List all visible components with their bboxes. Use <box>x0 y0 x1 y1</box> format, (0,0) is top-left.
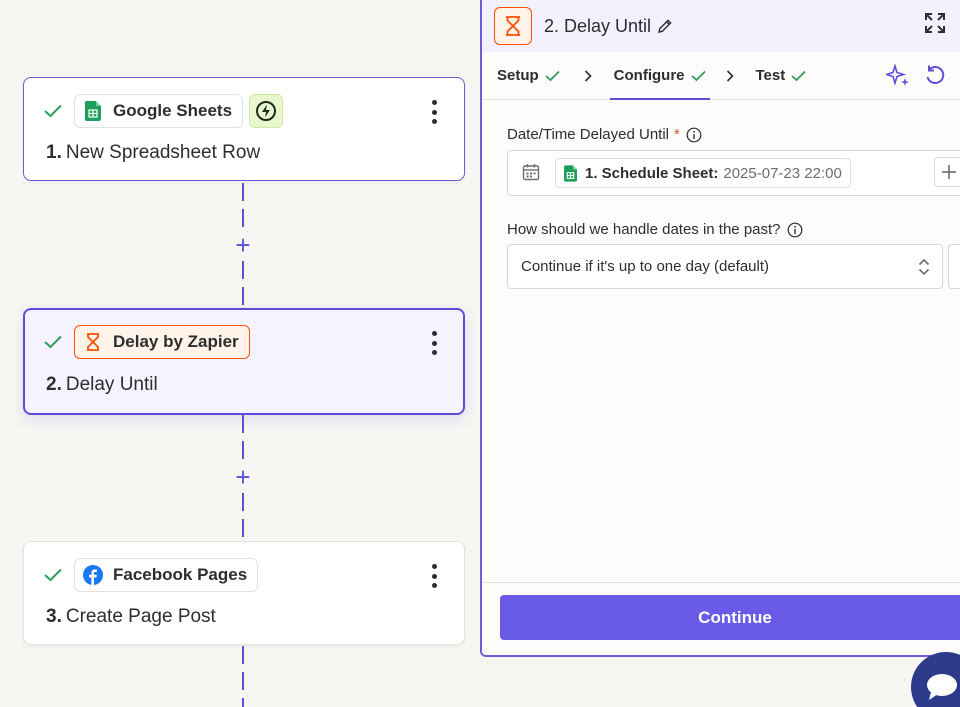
check-icon <box>44 335 66 349</box>
step-title: 2. Delay Until <box>46 374 158 395</box>
chevron-up-down-icon <box>918 258 930 280</box>
chat-icon[interactable] <box>911 652 960 707</box>
calendar-icon <box>522 163 540 186</box>
tab-configure[interactable]: Configure <box>609 52 710 100</box>
check-icon <box>44 104 66 118</box>
chevron-right-icon <box>710 52 752 99</box>
google-sheets-icon <box>564 164 577 182</box>
app-name: Facebook Pages <box>113 565 248 584</box>
step-card-1[interactable]: Google Sheets 1. New Spreadsheet Row <box>23 77 465 181</box>
expand-icon[interactable] <box>924 12 946 39</box>
panel-title: 2. Delay Until <box>544 15 652 36</box>
past-dates-select[interactable]: Continue if it's up to one day (default) <box>507 244 943 289</box>
check-icon <box>545 70 560 82</box>
more-options-icon[interactable] <box>426 100 442 124</box>
info-icon[interactable] <box>787 222 803 238</box>
app-name: Delay by Zapier <box>113 332 239 351</box>
add-step-button[interactable]: + <box>231 232 255 258</box>
check-icon <box>791 70 806 82</box>
panel-footer: Continue <box>482 582 960 655</box>
step-title: 3. Create Page Post <box>46 606 216 627</box>
google-sheets-icon <box>83 101 103 121</box>
step-tabs: Setup Configure Test <box>482 52 960 100</box>
connector-line <box>242 646 244 707</box>
hourglass-icon <box>83 332 103 352</box>
step-title: 1. New Spreadsheet Row <box>46 142 261 163</box>
app-chip: Facebook Pages <box>74 558 259 592</box>
app-chip: Google Sheets <box>74 94 244 128</box>
more-options-icon[interactable] <box>426 564 442 588</box>
step-card-2[interactable]: Delay by Zapier 2. Delay Until <box>23 308 465 415</box>
date-input[interactable]: 1. Schedule Sheet: 2025-07-23 22:00 <box>507 150 960 196</box>
hourglass-icon <box>494 7 532 45</box>
pill-value: 2025-07-23 22:00 <box>723 164 842 182</box>
undo-icon[interactable] <box>924 64 946 86</box>
panel-header: 2. Delay Until <box>482 0 960 52</box>
sparkle-icon[interactable] <box>886 64 910 86</box>
check-icon <box>44 568 66 582</box>
tab-test[interactable]: Test <box>752 52 811 99</box>
chevron-right-icon <box>564 52 610 99</box>
info-icon[interactable] <box>686 127 702 143</box>
required-mark: * <box>674 126 680 143</box>
date-field-label: Date/Time Delayed Until * <box>507 126 702 143</box>
lightning-icon <box>249 94 284 128</box>
add-step-button[interactable]: + <box>231 464 255 490</box>
check-icon <box>690 70 706 82</box>
facebook-icon <box>83 565 103 585</box>
app-chip: Delay by Zapier <box>74 325 250 359</box>
step-card-3[interactable]: Facebook Pages 3. Create Page Post <box>23 541 465 645</box>
field-options-button[interactable] <box>948 244 960 289</box>
more-options-icon[interactable] <box>426 331 442 355</box>
app-name: Google Sheets <box>113 101 233 120</box>
tab-setup[interactable]: Setup <box>493 52 564 99</box>
step-editor-panel: 2. Delay Until Setup Configure Test Date… <box>480 0 960 657</box>
pill-label: 1. Schedule Sheet: <box>585 164 719 182</box>
continue-button[interactable]: Continue <box>500 595 960 640</box>
insert-data-button[interactable] <box>934 157 960 187</box>
mapped-field-pill[interactable]: 1. Schedule Sheet: 2025-07-23 22:00 <box>555 158 851 188</box>
pencil-icon[interactable] <box>657 18 673 34</box>
past-dates-label: How should we handle dates in the past? <box>507 221 803 238</box>
